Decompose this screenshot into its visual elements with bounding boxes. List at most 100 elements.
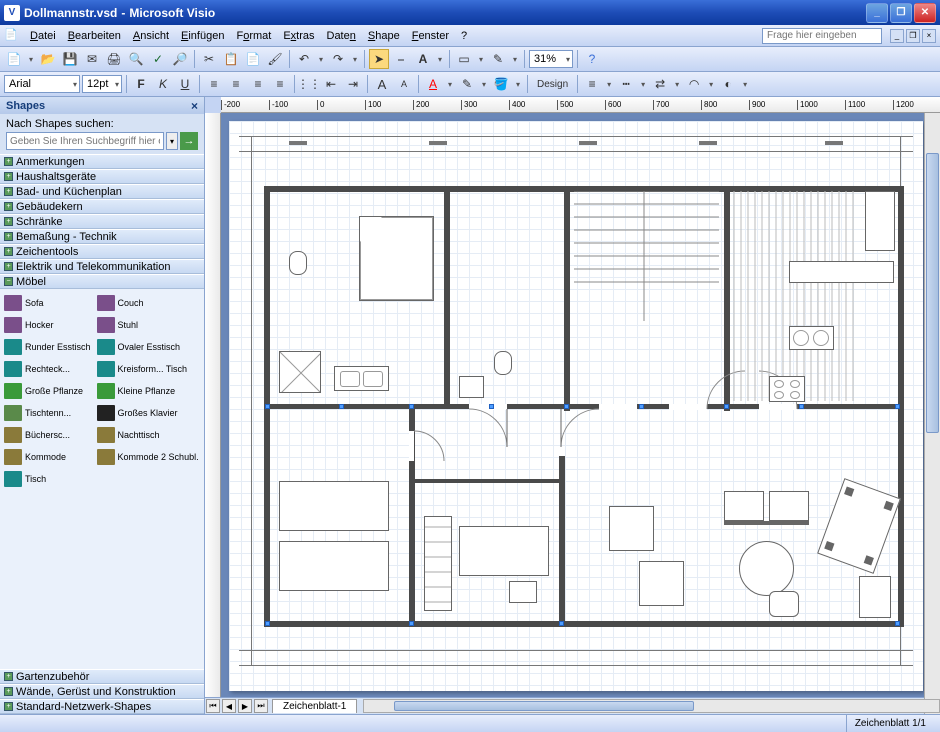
shapes-panel-close-button[interactable]: × xyxy=(191,99,198,113)
shapes-search-dropdown[interactable]: ▾ xyxy=(166,132,178,150)
shape-stencil-item[interactable]: Tischtenn... xyxy=(2,403,93,423)
page-tab[interactable]: Zeichenblatt-1 xyxy=(272,699,357,713)
shapes-search-go-button[interactable]: → xyxy=(180,132,198,150)
shape-stencil-item[interactable]: Ovaler Esstisch xyxy=(95,337,201,357)
research-button[interactable]: 🔎 xyxy=(170,49,190,69)
shower-shape[interactable] xyxy=(359,216,434,301)
bed-shape[interactable] xyxy=(279,481,389,531)
chair-shape-2[interactable] xyxy=(769,491,809,521)
open-button[interactable]: 📂 xyxy=(38,49,58,69)
shape-stencil-item[interactable]: Couch xyxy=(95,293,201,313)
bold-button[interactable]: F xyxy=(131,74,151,94)
stencil-header[interactable]: +Gebäudekern xyxy=(0,199,204,214)
shape-stencil-item[interactable]: Runder Esstisch xyxy=(2,337,93,357)
shape-stencil-item[interactable]: Hocker xyxy=(2,315,93,335)
corner-rounding-button[interactable]: ◠ xyxy=(684,74,704,94)
doc-close-button[interactable]: × xyxy=(922,29,936,43)
toilet-shape[interactable] xyxy=(289,251,307,275)
washer-shape[interactable] xyxy=(279,351,321,393)
menu-datei[interactable]: Datei xyxy=(24,28,62,44)
vertical-scrollbar[interactable] xyxy=(924,113,940,714)
stencil-header[interactable]: +Standard-Netzwerk-Shapes xyxy=(0,699,204,714)
menu-extras[interactable]: Extras xyxy=(277,28,320,44)
email-button[interactable]: ✉ xyxy=(82,49,102,69)
floor-plan-drawing[interactable] xyxy=(229,121,923,691)
stencil-header[interactable]: +Anmerkungen xyxy=(0,154,204,169)
line-ends-button[interactable]: ⇄ xyxy=(650,74,670,94)
shape-stencil-item[interactable]: Spinettkl... xyxy=(203,403,204,423)
tab-first-button[interactable]: ⏮ xyxy=(206,699,220,713)
line-pattern-button[interactable]: ┅ xyxy=(616,74,636,94)
stairs-shape[interactable] xyxy=(574,191,719,321)
new-button[interactable]: 📄 xyxy=(4,49,24,69)
window-minimize-button[interactable]: _ xyxy=(866,3,888,23)
toilet-shape-2[interactable] xyxy=(494,351,512,375)
doc-minimize-button[interactable]: _ xyxy=(890,29,904,43)
shape-stencil-item[interactable]: Großes Klavier xyxy=(95,403,201,423)
align-justify-button[interactable]: ≡ xyxy=(270,74,290,94)
stencil-header[interactable]: +Haushaltsgeräte xyxy=(0,169,204,184)
redo-button[interactable]: ↷ xyxy=(328,49,348,69)
design-button[interactable]: Design xyxy=(532,74,573,94)
shape-stencil-item[interactable]: Zimmerpfl... xyxy=(203,381,204,401)
stencil-header[interactable]: +Bemaßung - Technik xyxy=(0,229,204,244)
tab-prev-button[interactable]: ◀ xyxy=(222,699,236,713)
paste-button[interactable]: 📄 xyxy=(243,49,263,69)
doc-restore-button[interactable]: ❐ xyxy=(906,29,920,43)
shape-stencil-item[interactable]: Nachttisch xyxy=(95,425,201,445)
zoom-combo[interactable]: 31% xyxy=(529,50,573,68)
line-weight-button[interactable]: ≡ xyxy=(582,74,602,94)
ottoman-shape[interactable] xyxy=(769,591,799,617)
fill-color-button[interactable]: 🪣 xyxy=(491,74,511,94)
bullets-button[interactable]: ⋮⋮ xyxy=(299,74,319,94)
shape-stencil-item[interactable]: Kommode xyxy=(2,447,93,467)
font-color-button[interactable]: A xyxy=(423,74,443,94)
rectangle-tool-button[interactable]: ▭ xyxy=(454,49,474,69)
connector-tool-button[interactable]: ⎯ xyxy=(391,49,411,69)
menu-ansicht[interactable]: Ansicht xyxy=(127,28,175,44)
font-size-up-button[interactable]: A xyxy=(372,74,392,94)
chair-shape[interactable] xyxy=(724,491,764,521)
computer-shape[interactable] xyxy=(509,581,537,603)
round-table-shape[interactable] xyxy=(739,541,794,596)
print-button[interactable]: 🖨 xyxy=(104,49,124,69)
font-combo[interactable]: Arial xyxy=(4,75,80,93)
help-search-input[interactable] xyxy=(762,28,882,44)
underline-button[interactable]: U xyxy=(175,74,195,94)
horizontal-scrollbar[interactable] xyxy=(363,699,940,713)
drawing-canvas[interactable] xyxy=(221,113,940,697)
italic-button[interactable]: K xyxy=(153,74,173,94)
kitchen-counter-shape[interactable] xyxy=(789,261,894,283)
align-right-button[interactable]: ≡ xyxy=(248,74,268,94)
cut-button[interactable]: ✂ xyxy=(199,49,219,69)
table-edge[interactable] xyxy=(724,521,809,525)
shape-stencil-item[interactable]: Große Pflanze xyxy=(2,381,93,401)
format-painter-button[interactable]: 🖌 xyxy=(265,49,285,69)
armchair-shape[interactable] xyxy=(609,506,654,551)
bed-shape-2[interactable] xyxy=(279,541,389,591)
shape-stencil-item[interactable]: Sofa xyxy=(2,293,93,313)
font-size-combo[interactable]: 12pt xyxy=(82,75,122,93)
menu-einfuegen[interactable]: Einfügen xyxy=(175,28,230,44)
pointer-tool-button[interactable]: ➤ xyxy=(369,49,389,69)
kitchen-sink-shape[interactable] xyxy=(789,326,834,350)
tab-next-button[interactable]: ▶ xyxy=(238,699,252,713)
line-color-button[interactable]: ✎ xyxy=(457,74,477,94)
window-maximize-button[interactable]: ❐ xyxy=(890,3,912,23)
stencil-header[interactable]: +Bad- und Küchenplan xyxy=(0,184,204,199)
stencil-header[interactable]: +Wände, Gerüst und Konstruktion xyxy=(0,684,204,699)
help-button[interactable]: ? xyxy=(582,49,602,69)
stencil-header[interactable]: +Schränke xyxy=(0,214,204,229)
shape-stencil-item[interactable]: Kleine Pflanze xyxy=(95,381,201,401)
save-button[interactable]: 💾 xyxy=(60,49,80,69)
text-tool-button[interactable]: A xyxy=(413,49,433,69)
menu-bearbeiten[interactable]: Bearbeiten xyxy=(62,28,127,44)
shape-stencil-item[interactable]: Quadrati... Tisch xyxy=(203,337,204,357)
transparency-button[interactable]: ◐ xyxy=(718,74,738,94)
shape-stencil-item[interactable]: Büchersc... xyxy=(2,425,93,445)
shape-stencil-item[interactable]: Wohnzim... xyxy=(203,293,204,313)
armchair-shape-2[interactable] xyxy=(639,561,684,606)
fridge-shape[interactable] xyxy=(865,191,895,251)
tab-last-button[interactable]: ⏭ xyxy=(254,699,268,713)
pencil-tool-button[interactable]: ✎ xyxy=(488,49,508,69)
